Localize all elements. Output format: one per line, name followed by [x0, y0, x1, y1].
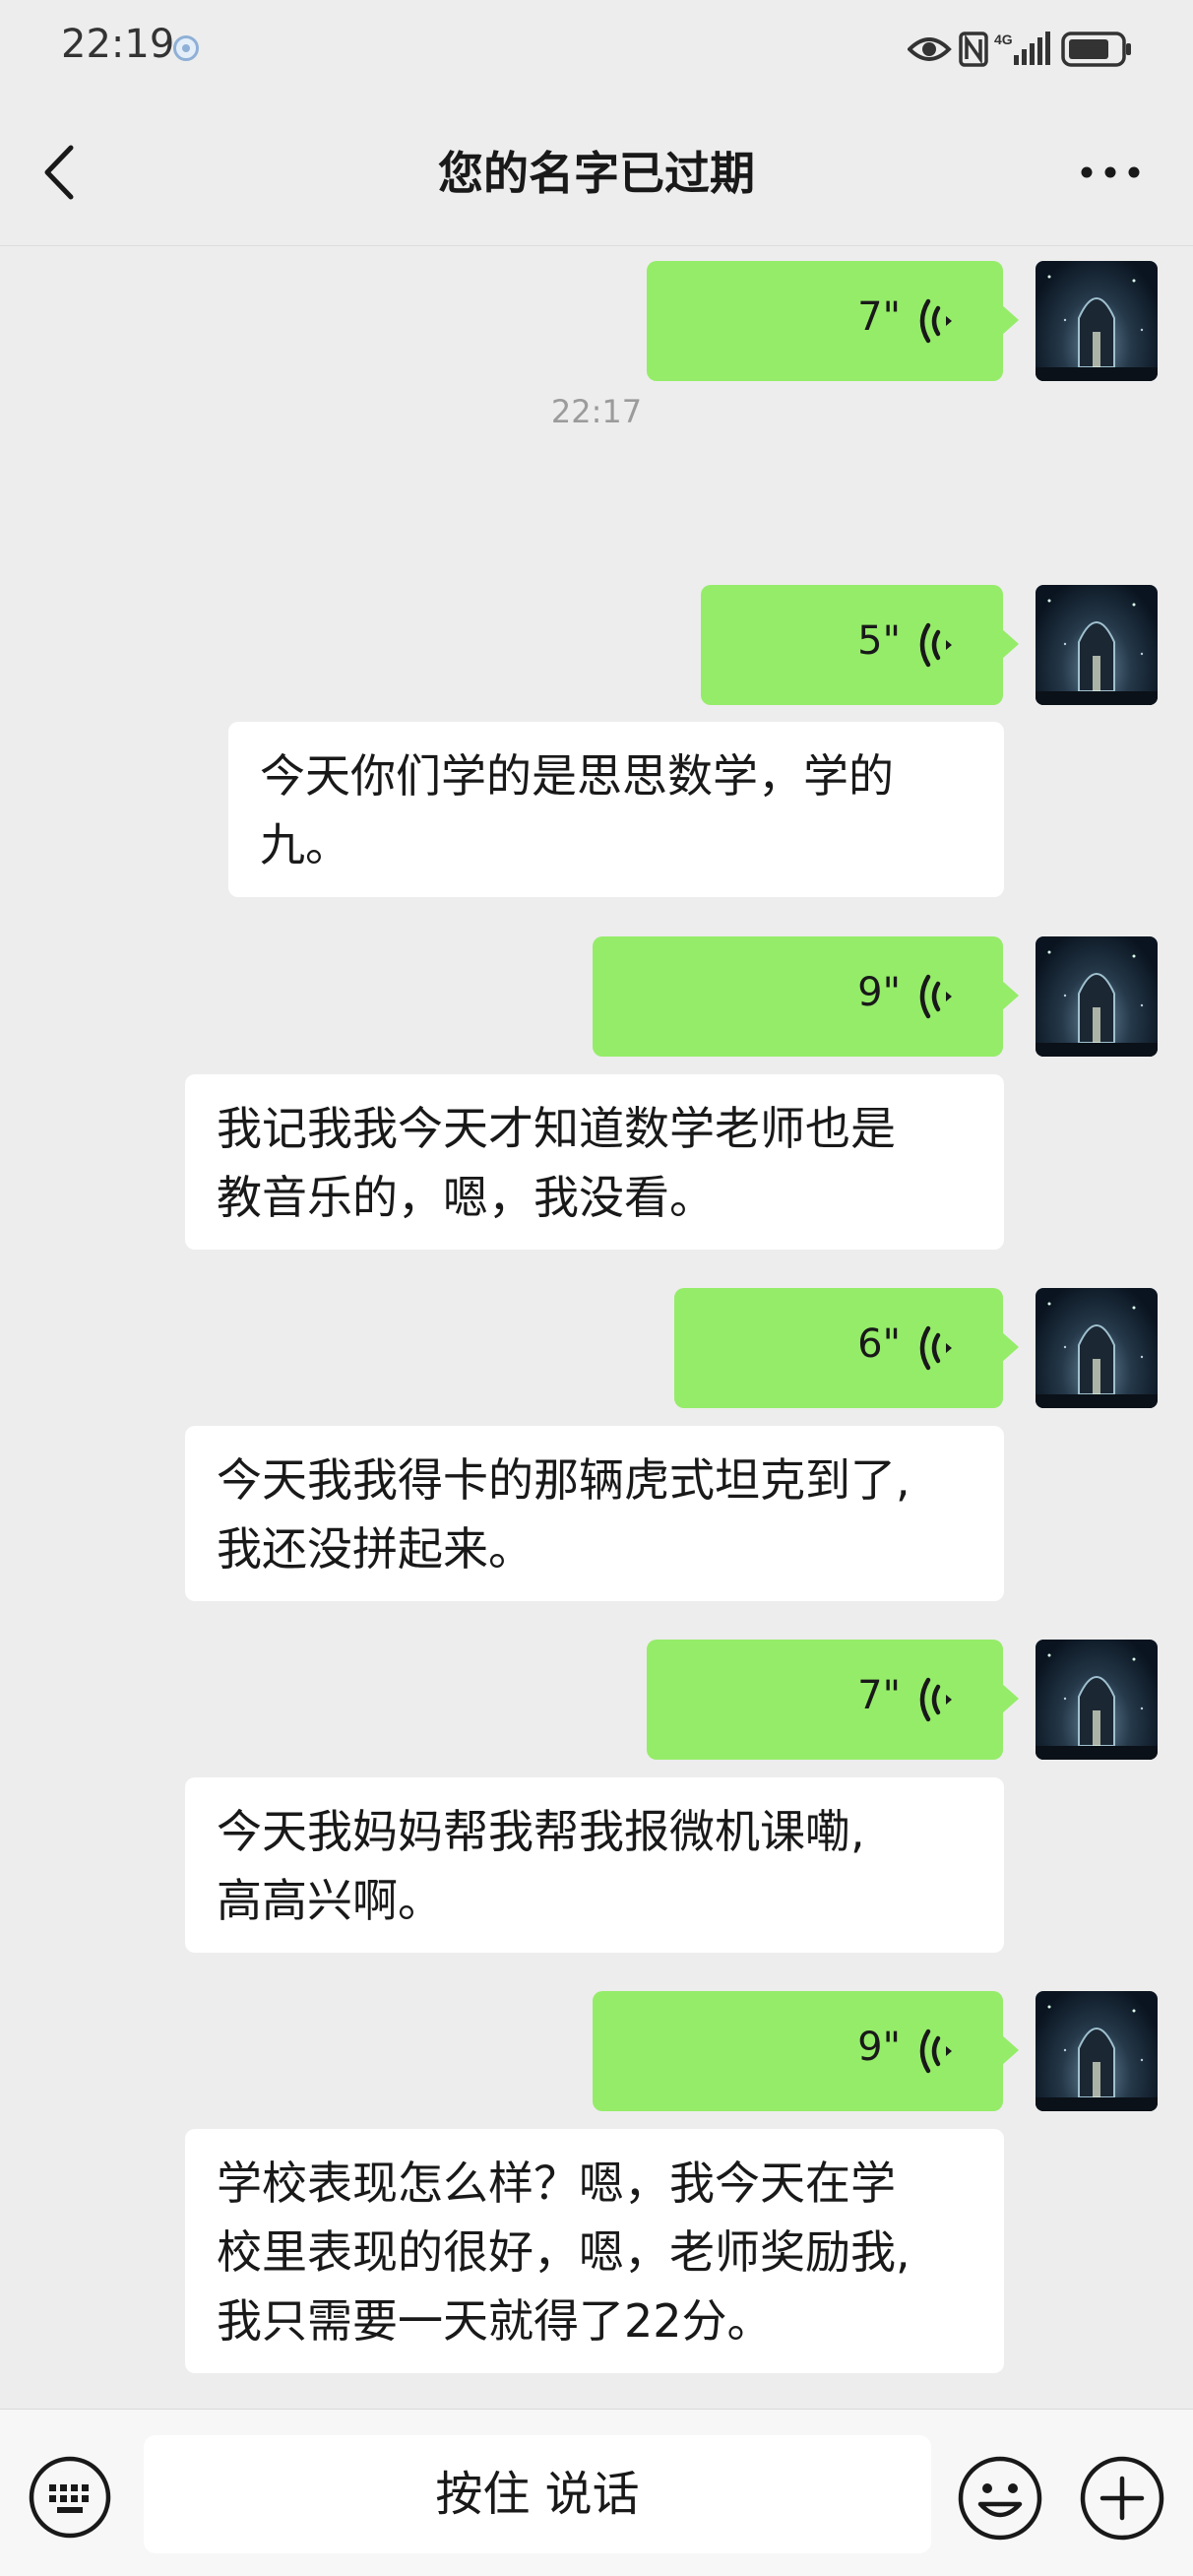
location-dot-icon: [173, 35, 199, 61]
eye-icon: [908, 37, 952, 61]
plus-circle-icon: [1080, 2456, 1164, 2541]
voice-wave-icon: [919, 2029, 952, 2074]
chat-title: 您的名字已过期: [438, 147, 755, 200]
voice-duration: 9": [857, 970, 901, 1015]
transcript-bubble[interactable]: 学校表现怎么样？嗯，我今天在学 校里表现的很好，嗯，老师奖励我, 我只需要一天就…: [185, 2129, 1004, 2373]
voice-message[interactable]: 9": [593, 1991, 1019, 2111]
message-text-line: 校里表现的很好，嗯，老师奖励我,: [217, 2225, 910, 2279]
voice-wave-icon: [919, 974, 952, 1019]
battery-icon: [1061, 32, 1131, 67]
status-time: 22:19: [61, 22, 175, 67]
voice-wave-icon: [919, 298, 952, 344]
avatar[interactable]: [1036, 936, 1158, 1057]
message-text-line: 高高兴啊。: [217, 1874, 443, 1927]
message-text-line: 我还没拼起来。: [217, 1522, 534, 1576]
voice-message[interactable]: 7": [647, 1640, 1019, 1760]
message-timestamp: 22:17: [550, 393, 643, 430]
network-label: 4G: [994, 32, 1013, 47]
voice-message[interactable]: 5": [701, 585, 1019, 705]
voice-message[interactable]: 9": [593, 936, 1019, 1057]
message-text-line: 教音乐的，嗯，我没看。: [217, 1171, 715, 1224]
voice-duration: 7": [857, 294, 901, 340]
message-text-line: 今天你们学的是思思数学，学的: [260, 749, 894, 803]
avatar[interactable]: [1036, 1288, 1158, 1408]
chat-header: 您的名字已过期: [0, 98, 1193, 246]
more-dots-icon: [1081, 166, 1140, 178]
input-bar: 按住 说话: [0, 2409, 1193, 2576]
voice-message[interactable]: 6": [674, 1288, 1019, 1408]
nfc-icon: [959, 32, 988, 67]
plus-button[interactable]: [1079, 2455, 1165, 2542]
voice-duration: 9": [857, 2025, 901, 2070]
voice-wave-icon: [919, 1325, 952, 1371]
avatar[interactable]: [1036, 585, 1158, 705]
message-text-line: 九。: [260, 818, 350, 871]
voice-duration: 6": [857, 1321, 901, 1367]
transcript-bubble[interactable]: 我记我我今天才知道数学老师也是 教音乐的，嗯，我没看。: [185, 1074, 1004, 1250]
message-text-line: 今天我我得卡的那辆虎式坦克到了,: [217, 1453, 910, 1507]
keyboard-toggle-button[interactable]: [28, 2455, 112, 2540]
status-bar: 22:19 4G: [0, 0, 1193, 98]
status-icons: 4G: [908, 28, 1134, 71]
voice-duration: 7": [857, 1673, 901, 1718]
transcript-bubble[interactable]: 今天你们学的是思思数学，学的 九。: [228, 722, 1004, 897]
avatar-image: [1036, 950, 1158, 1057]
message-text-line: 我记我我今天才知道数学老师也是: [217, 1102, 896, 1155]
avatar[interactable]: [1036, 261, 1158, 381]
avatar[interactable]: [1036, 1640, 1158, 1760]
more-button[interactable]: [1079, 160, 1142, 185]
keyboard-icon: [29, 2456, 111, 2539]
chat-message-list[interactable]: 7" 22:17 5" 今天你们学的是思思数学，学的 九。 9" 我记我我今天才…: [0, 247, 1193, 2409]
voice-message[interactable]: 7": [647, 261, 1019, 381]
emoji-button[interactable]: [957, 2455, 1043, 2542]
voice-duration: 5": [857, 618, 901, 664]
avatar[interactable]: [1036, 1991, 1158, 2111]
transcript-bubble[interactable]: 今天我我得卡的那辆虎式坦克到了, 我还没拼起来。: [185, 1426, 1004, 1601]
message-text-line: 学校表现怎么样？嗯，我今天在学: [217, 2157, 896, 2210]
avatar-image: [1036, 2005, 1158, 2111]
voice-wave-icon: [919, 622, 952, 668]
emoji-icon: [958, 2456, 1042, 2541]
message-text-line: 今天我妈妈帮我帮我报微机课嘞,: [217, 1805, 865, 1858]
avatar-image: [1036, 275, 1158, 381]
transcript-bubble[interactable]: 今天我妈妈帮我帮我报微机课嘞, 高高兴啊。: [185, 1777, 1004, 1953]
message-text-line: 我只需要一天就得了22分。: [217, 2294, 773, 2348]
avatar-image: [1036, 1302, 1158, 1408]
avatar-image: [1036, 1653, 1158, 1760]
voice-wave-icon: [919, 1677, 952, 1722]
signal-4g-icon: 4G: [994, 32, 1050, 65]
hold-to-talk-button[interactable]: 按住 说话: [144, 2435, 931, 2553]
avatar-image: [1036, 599, 1158, 705]
